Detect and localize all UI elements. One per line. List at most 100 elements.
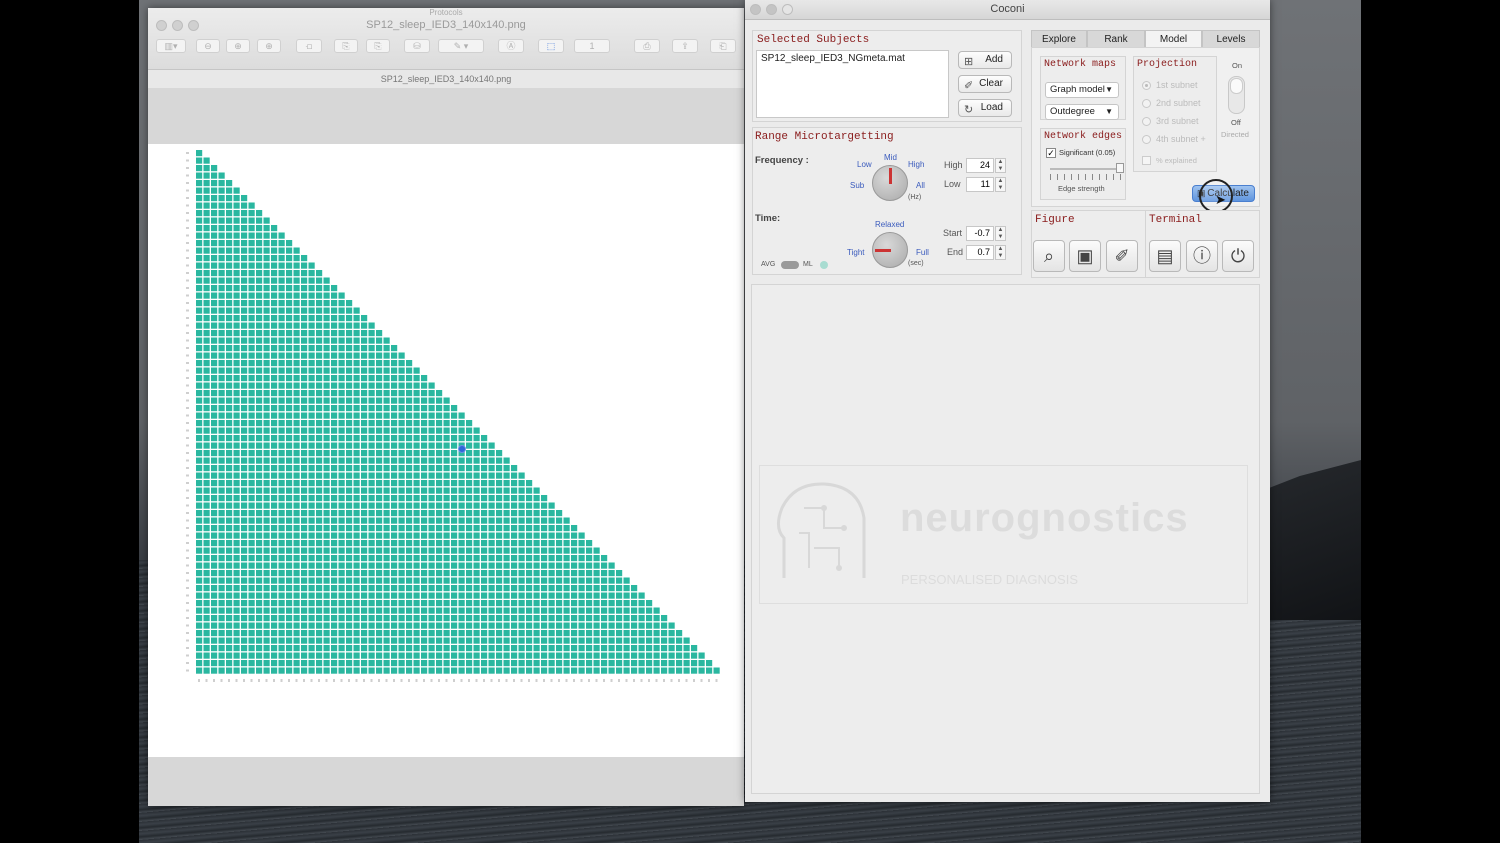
add-button[interactable]: ⊞ Add bbox=[958, 51, 1012, 69]
info-icon[interactable]: ⓘ bbox=[1186, 240, 1218, 272]
sidebar-toggle-icon[interactable]: ▥▾ bbox=[156, 39, 186, 53]
high-frequency-input[interactable]: 24 bbox=[966, 158, 994, 173]
start-time-stepper[interactable]: ▲ ▼ bbox=[995, 226, 1006, 241]
ml-indicator-icon bbox=[820, 261, 828, 269]
time-tight-label: Tight bbox=[847, 248, 865, 257]
freq-unit-label: (Hz) bbox=[908, 194, 922, 201]
ml-label: ML bbox=[803, 261, 813, 268]
add-file-icon: ⊞ bbox=[964, 56, 974, 68]
cursor-point-icon bbox=[458, 445, 466, 453]
freq-mid-label: Mid bbox=[884, 153, 897, 162]
reload-icon: ↻ bbox=[964, 104, 974, 116]
start-time-input[interactable]: -0.7 bbox=[966, 226, 994, 241]
mouse-pointer-icon: ➤ bbox=[1215, 192, 1226, 207]
time-label: Time: bbox=[755, 213, 781, 224]
toggle-off-label: Off bbox=[1231, 118, 1241, 127]
zoom-in-icon[interactable]: ⊕ bbox=[226, 39, 250, 53]
freq-high-label: High bbox=[908, 160, 925, 169]
significant-checkbox[interactable]: ✓ bbox=[1046, 148, 1056, 158]
save-figure-icon[interactable]: ▣ bbox=[1069, 240, 1101, 272]
log-icon[interactable]: ▤ bbox=[1149, 240, 1181, 272]
print-icon[interactable]: ⎙ bbox=[634, 39, 660, 53]
share-icon[interactable]: ⇪ bbox=[672, 39, 698, 53]
clear-button[interactable]: ✐ Clear bbox=[958, 75, 1012, 93]
window-title: Coconi bbox=[990, 3, 1025, 15]
measure-select[interactable]: Outdegree ▼ bbox=[1045, 104, 1119, 120]
directed-label: Directed bbox=[1221, 130, 1249, 139]
range-heading: Range Microtargetting bbox=[755, 131, 894, 143]
load-button[interactable]: ↻ Load bbox=[958, 99, 1012, 117]
dropdown-arrow-icon: ▼ bbox=[1105, 85, 1113, 94]
projection-panel: Projection 1st subnet 2nd subnet 3rd sub… bbox=[1133, 56, 1217, 172]
zoom-figure-icon[interactable]: ⌕ bbox=[1033, 240, 1065, 272]
radio-3rd-subnet[interactable] bbox=[1142, 117, 1151, 126]
text-icon[interactable]: Ⓐ bbox=[498, 39, 524, 53]
subjects-list[interactable]: SP12_sleep_IED3_NGmeta.mat bbox=[756, 50, 949, 118]
high-label: High bbox=[944, 160, 963, 170]
time-full-label: Full bbox=[916, 248, 929, 257]
low-frequency-stepper[interactable]: ▲ ▼ bbox=[995, 177, 1006, 192]
stamp-icon[interactable]: ⛁ bbox=[404, 39, 430, 53]
folder-label: Protocols bbox=[429, 8, 463, 17]
significant-label: Significant (0.05) bbox=[1059, 148, 1116, 157]
time-knob[interactable] bbox=[872, 232, 908, 268]
frequency-label: Frequency : bbox=[755, 155, 809, 166]
edge-strength-track[interactable] bbox=[1050, 168, 1122, 170]
lock-icon[interactable]: ⎗ bbox=[710, 39, 736, 53]
list-item[interactable]: SP12_sleep_IED3_NGmeta.mat bbox=[761, 53, 905, 64]
end-time-stepper[interactable]: ▲ ▼ bbox=[995, 245, 1006, 260]
toggle-thumb bbox=[1230, 78, 1243, 94]
radio-1st-subnet[interactable] bbox=[1142, 81, 1151, 90]
radio-2nd-subnet[interactable] bbox=[1142, 99, 1151, 108]
network-maps-panel: Network maps Graph model ▼ Outdegree ▼ bbox=[1040, 56, 1126, 120]
tab-levels[interactable]: Levels bbox=[1202, 30, 1260, 48]
tab-explore[interactable]: Explore bbox=[1031, 30, 1087, 48]
low-label: Low bbox=[944, 179, 961, 189]
zoom-out-icon[interactable]: ⊖ bbox=[196, 39, 220, 53]
radio-3rd-label: 3rd subnet bbox=[1156, 116, 1199, 126]
preview-window: Protocols SP12_sleep_IED3_140x140.png ▥▾… bbox=[148, 8, 744, 806]
rotate-left-icon[interactable]: ⎘ bbox=[334, 39, 358, 53]
network-edges-panel: Network edges ✓ Significant (0.05) Edge … bbox=[1040, 128, 1126, 200]
radio-2nd-label: 2nd subnet bbox=[1156, 98, 1201, 108]
rotate-right-icon[interactable]: ⎘ bbox=[366, 39, 390, 53]
tab-rank[interactable]: Rank bbox=[1087, 30, 1145, 48]
document-name: SP12_sleep_IED3_140x140.png bbox=[148, 70, 744, 88]
radio-4th-label: 4th subnet + bbox=[1156, 134, 1206, 144]
logo-text: neurognostics bbox=[900, 496, 1189, 540]
coconi-titlebar[interactable]: Coconi bbox=[745, 0, 1270, 20]
edge-strength-label: Edge strength bbox=[1058, 184, 1105, 193]
low-frequency-input[interactable]: 11 bbox=[966, 177, 994, 192]
zoom-fit-icon[interactable]: ⊕ bbox=[257, 39, 281, 53]
knob-indicator bbox=[889, 168, 892, 184]
freq-low-label: Low bbox=[857, 160, 872, 169]
avg-ml-switch[interactable] bbox=[781, 261, 799, 269]
explained-checkbox[interactable] bbox=[1142, 156, 1151, 165]
toggle-on-label: On bbox=[1232, 61, 1243, 70]
crop-icon[interactable]: ⟤ bbox=[296, 39, 322, 53]
avg-label: AVG bbox=[761, 261, 776, 268]
graph-model-select[interactable]: Graph model ▼ bbox=[1045, 82, 1119, 98]
document-footer bbox=[148, 757, 744, 806]
preview-titlebar[interactable]: Protocols SP12_sleep_IED3_140x140.png ▥▾… bbox=[148, 8, 744, 70]
radio-4th-subnet[interactable] bbox=[1142, 135, 1151, 144]
selection-icon[interactable]: ⬚ bbox=[538, 39, 564, 53]
time-unit-label: (sec) bbox=[908, 260, 924, 267]
markup-icon[interactable]: ✎ ▾ bbox=[438, 39, 484, 53]
frequency-knob[interactable] bbox=[872, 165, 908, 201]
edge-strength-slider[interactable] bbox=[1116, 163, 1124, 173]
power-icon[interactable]: ⏻ bbox=[1222, 240, 1254, 272]
connectivity-matrix bbox=[186, 150, 720, 682]
start-label: Start bbox=[943, 228, 963, 238]
range-microtargetting-panel: Range Microtargetting Frequency : Mid Lo… bbox=[752, 127, 1022, 275]
page-field[interactable]: 1 bbox=[574, 39, 610, 53]
directed-toggle[interactable] bbox=[1228, 76, 1245, 114]
high-frequency-stepper[interactable]: ▲ ▼ bbox=[995, 158, 1006, 173]
end-time-input[interactable]: 0.7 bbox=[966, 245, 994, 260]
output-area: neurognostics PERSONALISED DIAGNOSIS bbox=[751, 284, 1260, 794]
clear-figure-icon[interactable]: ✐ bbox=[1106, 240, 1138, 272]
tab-model[interactable]: Model bbox=[1145, 30, 1202, 48]
logo-frame: neurognostics PERSONALISED DIAGNOSIS bbox=[759, 465, 1248, 604]
slider-ticks bbox=[1050, 174, 1122, 180]
document-page bbox=[148, 144, 744, 757]
